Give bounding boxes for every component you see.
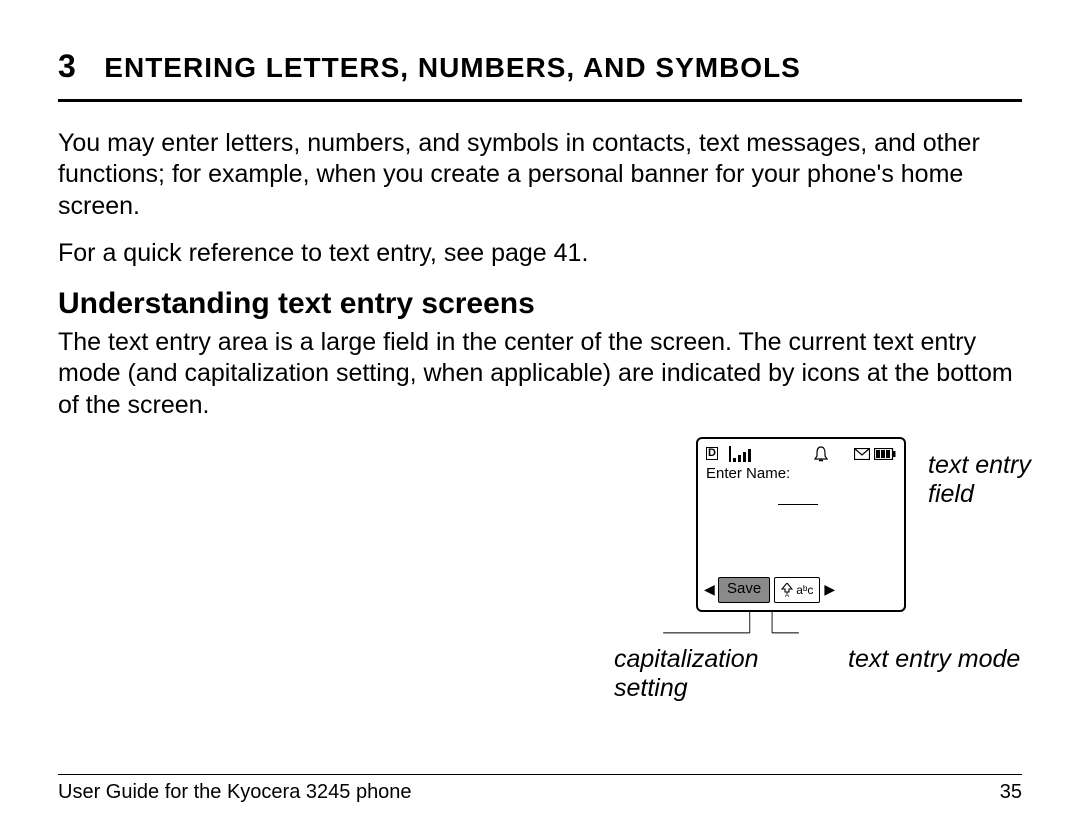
- section-paragraph: The text entry area is a large field in …: [58, 327, 1022, 421]
- text-entry-field[interactable]: [706, 486, 896, 546]
- save-button[interactable]: Save: [718, 577, 770, 603]
- signal-icon: [728, 446, 756, 462]
- text-entry-diagram: D: [58, 437, 1022, 727]
- abc-mode-label: aᵇc: [796, 583, 813, 597]
- right-arrow-icon[interactable]: ▶: [824, 581, 834, 598]
- intro-paragraph-2: For a quick reference to text entry, see…: [58, 238, 1022, 269]
- chapter-title: ENTERING LETTERS, NUMBERS, AND SYMBOLS: [104, 52, 801, 84]
- text-mode-box[interactable]: A aᵇc: [774, 577, 820, 603]
- shift-icon: A: [781, 583, 793, 597]
- callout-text-entry-mode: text entry mode: [848, 645, 1048, 674]
- battery-icon: [874, 448, 896, 460]
- status-bar: D: [706, 445, 896, 463]
- page-footer: User Guide for the Kyocera 3245 phone 35: [58, 774, 1022, 804]
- text-caret-indicator: [778, 504, 818, 505]
- left-arrow-icon[interactable]: ◀: [704, 581, 714, 598]
- digital-icon: D: [706, 447, 718, 460]
- softkey-bar: ◀ Save A aᵇc ▶: [704, 576, 898, 604]
- page-number: 35: [1000, 781, 1022, 804]
- enter-name-label: Enter Name:: [706, 465, 896, 482]
- ringer-icon: [814, 446, 828, 462]
- svg-text:A: A: [785, 593, 789, 597]
- intro-paragraph-1: You may enter letters, numbers, and symb…: [58, 128, 1022, 222]
- message-icon: [854, 448, 870, 460]
- callout-text-entry-field: text entry field: [928, 451, 1048, 509]
- footer-title: User Guide for the Kyocera 3245 phone: [58, 781, 412, 804]
- callout-capitalization-setting: capitalization setting: [614, 645, 814, 703]
- phone-screen-mockup: D: [696, 437, 906, 612]
- footer-rule: [58, 774, 1022, 775]
- heading-rule: [58, 99, 1022, 102]
- section-subhead: Understanding text entry screens: [58, 287, 1022, 321]
- chapter-heading: 3 ENTERING LETTERS, NUMBERS, AND SYMBOLS: [58, 48, 1022, 85]
- chapter-number: 3: [58, 48, 76, 85]
